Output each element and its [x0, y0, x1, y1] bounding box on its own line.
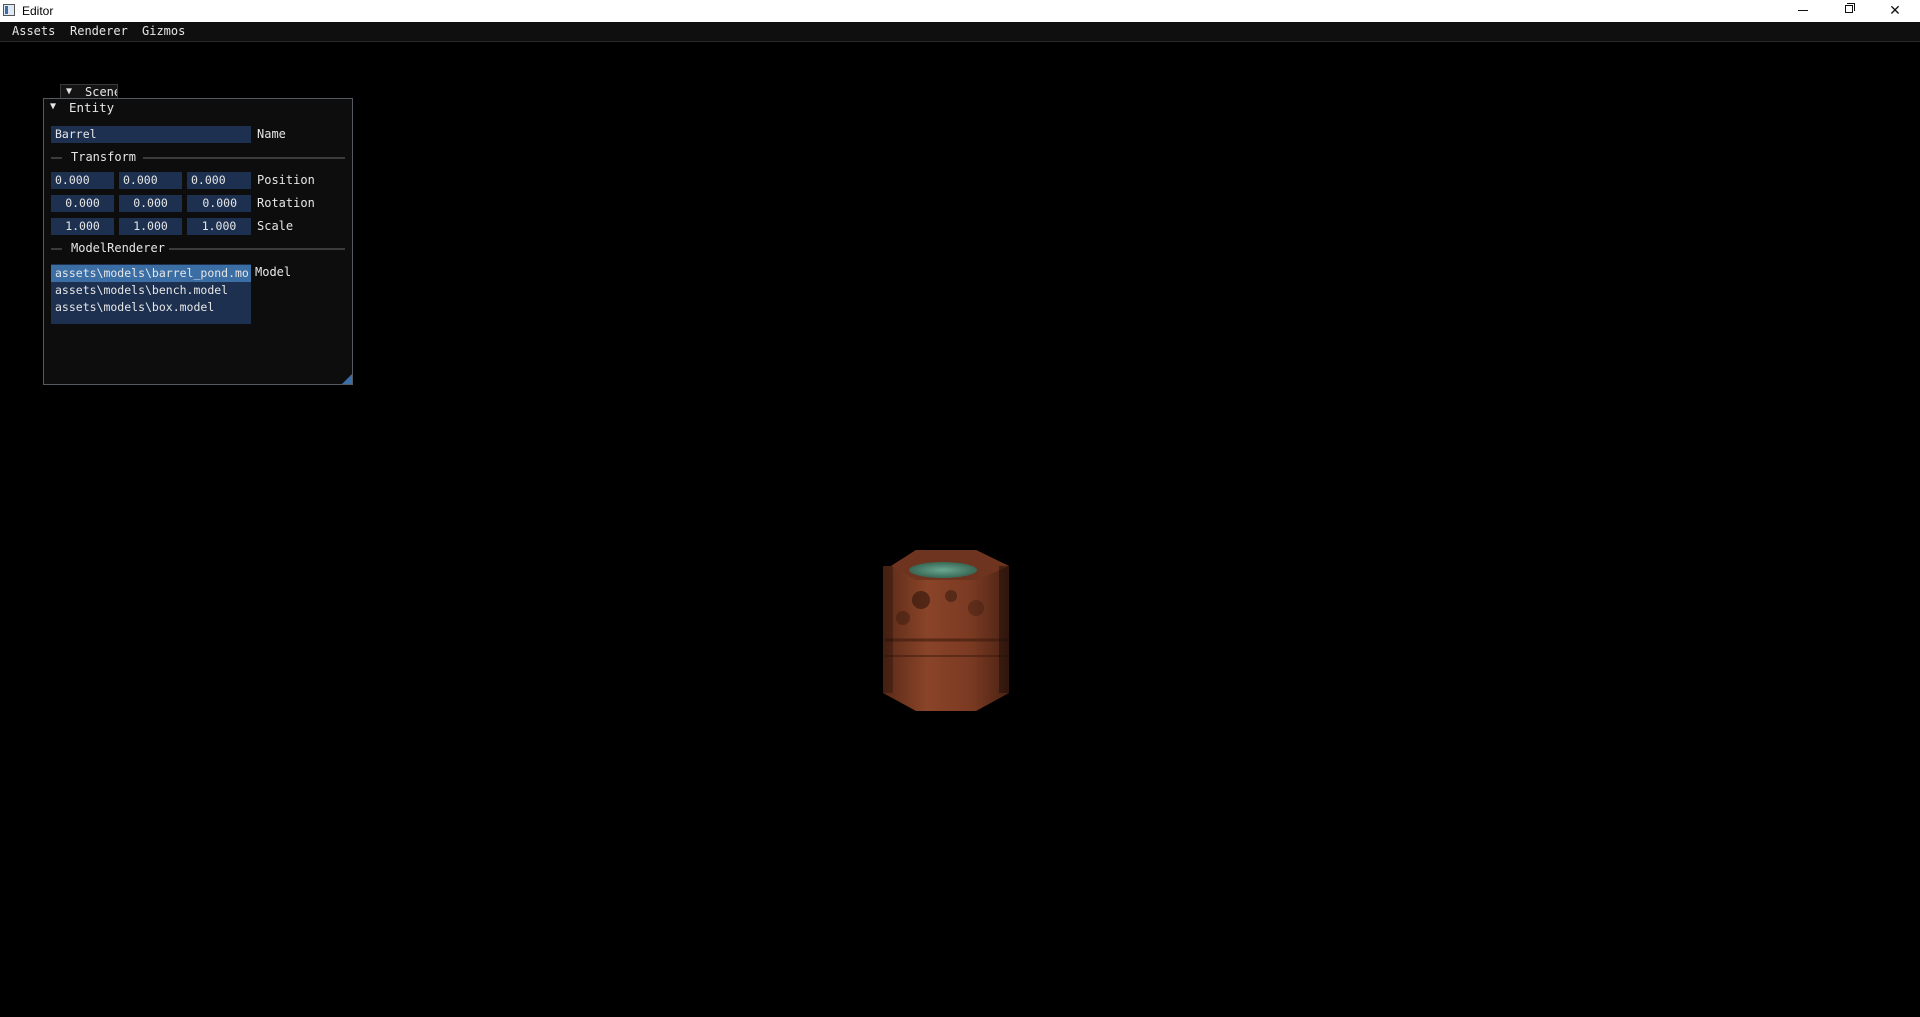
model-listbox[interactable]: assets\models\barrel_pond.mo assets\mode…	[51, 264, 251, 324]
resize-grip-icon[interactable]	[342, 374, 352, 384]
app-icon	[3, 4, 15, 16]
window-title: Editor	[22, 4, 54, 18]
separator-line	[51, 157, 62, 159]
transform-section-label: Transform	[71, 150, 137, 164]
rotation-label: Rotation	[257, 196, 315, 210]
minimize-button[interactable]	[1780, 0, 1826, 22]
position-z-input[interactable]: 0.000	[187, 172, 251, 189]
restore-icon	[1845, 5, 1853, 13]
menu-assets[interactable]: Assets	[10, 24, 57, 38]
position-y-input[interactable]: 0.000	[119, 172, 182, 189]
model-list-item[interactable]: assets\models\barrel_pond.mo	[51, 265, 251, 282]
menu-bar: Assets Renderer Gizmos	[0, 22, 1920, 42]
menu-renderer[interactable]: Renderer	[68, 24, 130, 38]
position-x-input[interactable]: 0.000	[51, 172, 114, 189]
scale-x-input[interactable]: 1.000	[51, 218, 114, 235]
separator-line	[169, 248, 345, 250]
name-input[interactable]: Barrel	[51, 126, 251, 143]
barrel-model	[883, 550, 1009, 711]
entity-window-title: Entity	[69, 100, 115, 115]
close-button[interactable]: ✕	[1872, 0, 1918, 22]
minimize-icon	[1798, 10, 1808, 11]
scale-z-input[interactable]: 1.000	[187, 218, 251, 235]
separator-line	[51, 248, 62, 250]
collapse-arrow-icon[interactable]: ▼	[50, 101, 56, 112]
rotation-y-input[interactable]: 0.000	[119, 195, 182, 212]
rotation-z-input[interactable]: 0.000	[187, 195, 251, 212]
window-titlebar: Editor ✕	[0, 0, 1920, 22]
close-icon: ✕	[1889, 2, 1901, 18]
scale-label: Scale	[257, 219, 294, 233]
model-label: Model	[255, 265, 292, 279]
collapse-arrow-icon[interactable]: ▼	[66, 86, 72, 97]
restore-button[interactable]	[1826, 0, 1872, 22]
rotation-x-input[interactable]: 0.000	[51, 195, 114, 212]
model-renderer-section-label: ModelRenderer	[71, 241, 165, 255]
separator-line	[143, 157, 345, 159]
scale-y-input[interactable]: 1.000	[119, 218, 182, 235]
menu-gizmos[interactable]: Gizmos	[140, 24, 187, 38]
name-label: Name	[257, 127, 286, 141]
entity-window-header[interactable]: ▼ Entity	[44, 99, 352, 117]
position-label: Position	[257, 173, 315, 187]
entity-window[interactable]: ▼ Entity Barrel Name Transform 0.000 0.0…	[43, 98, 353, 385]
model-list-item[interactable]: assets\models\box.model	[51, 299, 251, 316]
scene-window-title: Scene	[85, 85, 118, 99]
model-list-item[interactable]: assets\models\bench.model	[51, 282, 251, 299]
